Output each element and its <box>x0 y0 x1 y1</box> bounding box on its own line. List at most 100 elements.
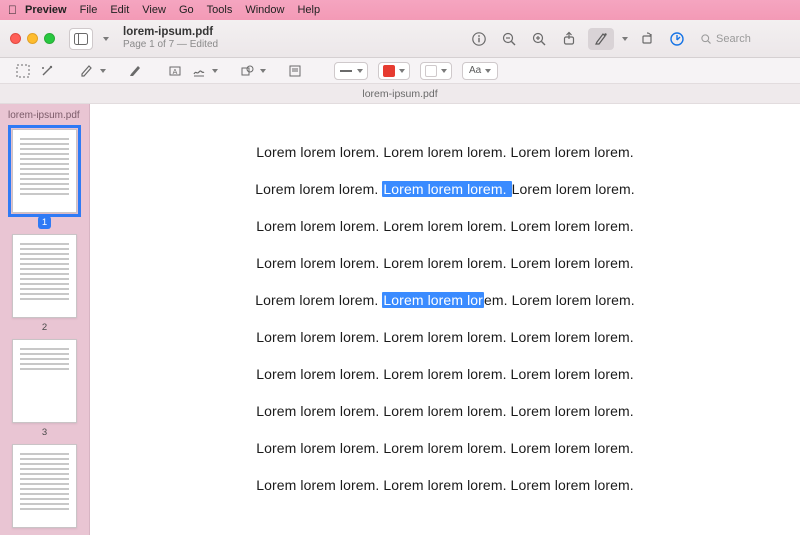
tab-active[interactable]: lorem-ipsum.pdf <box>362 88 437 100</box>
thumbnail-page-4[interactable] <box>12 444 77 528</box>
share-button[interactable] <box>558 30 580 48</box>
selection-tool-button[interactable] <box>12 61 34 81</box>
sidebar-toggle-button[interactable] <box>69 28 93 50</box>
search-icon <box>700 33 712 45</box>
markup-menu[interactable] <box>622 37 628 41</box>
system-menubar:  Preview File Edit View Go Tools Window… <box>0 0 800 20</box>
markup-pen-icon <box>593 31 609 47</box>
thumbnail-page-3[interactable] <box>12 339 77 423</box>
share-icon <box>561 31 577 47</box>
document-text-line[interactable]: Lorem lorem lorem. Lorem lorem lorem. Lo… <box>256 403 633 419</box>
sidebar-view-menu[interactable] <box>103 37 109 41</box>
document-text-line[interactable]: Lorem lorem lorem. Lorem lorem lorem. Lo… <box>256 366 633 382</box>
pencil-icon <box>80 64 94 78</box>
text-run[interactable]: Lorem lorem lorem. Lorem lorem lorem. Lo… <box>256 255 633 271</box>
wand-icon <box>40 64 54 78</box>
document-text-line[interactable]: Lorem lorem lorem. Lorem lorem lorem. Lo… <box>256 329 633 345</box>
shapes-menu[interactable] <box>260 69 266 73</box>
thumbnail-page-number: 1 <box>0 217 89 228</box>
sign-tool-button[interactable] <box>188 61 210 81</box>
svg-text:A: A <box>173 69 178 76</box>
text-run[interactable]: Lorem lorem lorem. Lorem lorem lorem. Lo… <box>256 218 633 234</box>
document-canvas[interactable]: Lorem lorem lorem. Lorem lorem lorem. Lo… <box>90 104 800 535</box>
text-run[interactable]: Lorem lorem lorem. <box>255 292 382 308</box>
document-title: lorem-ipsum.pdf <box>123 26 218 38</box>
text-run[interactable]: Lorem lorem lorem. <box>512 181 635 197</box>
text-run[interactable]: Lorem lorem lorem. Lorem lorem lorem. Lo… <box>256 366 633 382</box>
chevron-down-icon <box>622 37 628 41</box>
text-style-label: Aa <box>469 65 481 76</box>
text-run[interactable]: em. Lorem lorem lorem. <box>484 292 635 308</box>
text-selection[interactable]: Lorem lorem lorem. <box>382 181 511 197</box>
text-run[interactable]: Lorem lorem lorem. <box>255 181 382 197</box>
zoom-out-button[interactable] <box>498 30 520 48</box>
text-run[interactable]: Lorem lorem lorem. Lorem lorem lorem. Lo… <box>256 403 633 419</box>
document-text-line[interactable]: Lorem lorem lorem. Lorem lorem lorem. Lo… <box>256 440 633 456</box>
window-close-button[interactable] <box>10 33 21 44</box>
inspector-button[interactable] <box>468 30 490 48</box>
text-selection[interactable]: Lorem lorem lor <box>382 292 484 308</box>
menu-edit[interactable]: Edit <box>110 4 129 16</box>
sidebar-icon <box>74 33 88 45</box>
line-weight-icon <box>339 66 353 76</box>
chevron-down-icon <box>212 69 218 73</box>
markup-toggle-button[interactable] <box>588 28 614 50</box>
thumbnail-page-2[interactable] <box>12 234 77 318</box>
instant-alpha-button[interactable] <box>36 61 58 81</box>
document-text-line[interactable]: Lorem lorem lorem. Lorem lorem lorem. Lo… <box>256 144 633 160</box>
document-text-line[interactable]: Lorem lorem lorem. Lorem lorem lorem. Lo… <box>256 477 633 493</box>
note-icon <box>288 64 302 78</box>
document-title-block[interactable]: lorem-ipsum.pdf Page 1 of 7 — Edited <box>123 26 218 51</box>
document-text-line[interactable]: Lorem lorem lorem. Lorem lorem lorem. Lo… <box>255 181 634 197</box>
zoom-in-button[interactable] <box>528 30 550 48</box>
window-zoom-button[interactable] <box>44 33 55 44</box>
info-icon <box>471 31 487 47</box>
apple-menu-icon[interactable]:  <box>8 3 17 17</box>
menu-view[interactable]: View <box>142 4 166 16</box>
fill-color-picker[interactable] <box>420 62 452 80</box>
draw-tool-button[interactable] <box>124 61 146 81</box>
menu-window[interactable]: Window <box>245 4 284 16</box>
thumbnail-sidebar[interactable]: lorem-ipsum.pdf 1 2 3 <box>0 104 90 535</box>
sign-menu[interactable] <box>212 69 218 73</box>
text-run[interactable]: Lorem lorem lorem. Lorem lorem lorem. Lo… <box>256 329 633 345</box>
sketch-menu[interactable] <box>100 69 106 73</box>
markup-toolbar: A Aa <box>0 58 800 84</box>
border-color-picker[interactable] <box>378 62 410 80</box>
text-run[interactable]: Lorem lorem lorem. Lorem lorem lorem. Lo… <box>256 440 633 456</box>
toolbar-right-group: Search <box>468 28 790 50</box>
document-text-line[interactable]: Lorem lorem lorem. Lorem lorem lorem. Lo… <box>256 255 633 271</box>
menu-help[interactable]: Help <box>297 4 320 16</box>
sketch-tool-button[interactable] <box>76 61 98 81</box>
menu-file[interactable]: File <box>80 4 98 16</box>
chevron-down-icon <box>485 69 491 73</box>
text-icon: A <box>168 64 182 78</box>
rotate-button[interactable] <box>636 30 658 48</box>
chevron-down-icon <box>399 69 405 73</box>
text-style-picker[interactable]: Aa <box>462 62 498 80</box>
chevron-down-icon <box>260 69 266 73</box>
app-menu[interactable]: Preview <box>25 4 67 16</box>
window-titlebar: lorem-ipsum.pdf Page 1 of 7 — Edited <box>0 20 800 58</box>
window-minimize-button[interactable] <box>27 33 38 44</box>
shapes-tool-button[interactable] <box>236 61 258 81</box>
menu-tools[interactable]: Tools <box>207 4 233 16</box>
search-placeholder: Search <box>716 33 751 45</box>
text-run[interactable]: Lorem lorem lorem. Lorem lorem lorem. Lo… <box>256 477 633 493</box>
document-page: Lorem lorem lorem. Lorem lorem lorem. Lo… <box>90 104 800 514</box>
border-style-picker[interactable] <box>334 62 368 80</box>
zoom-out-icon <box>501 31 517 47</box>
note-tool-button[interactable] <box>284 61 306 81</box>
rotate-icon <box>639 31 655 47</box>
thumbnail-page-1[interactable] <box>12 129 77 213</box>
document-subtitle: Page 1 of 7 — Edited <box>123 39 218 51</box>
menu-go[interactable]: Go <box>179 4 194 16</box>
form-icon <box>669 31 685 47</box>
form-fill-button[interactable] <box>666 30 688 48</box>
chevron-down-icon <box>357 69 363 73</box>
document-text-line[interactable]: Lorem lorem lorem. Lorem lorem lorem. Lo… <box>255 292 634 308</box>
text-run[interactable]: Lorem lorem lorem. Lorem lorem lorem. Lo… <box>256 144 633 160</box>
search-field[interactable]: Search <box>700 33 790 45</box>
text-tool-button[interactable]: A <box>164 61 186 81</box>
document-text-line[interactable]: Lorem lorem lorem. Lorem lorem lorem. Lo… <box>256 218 633 234</box>
